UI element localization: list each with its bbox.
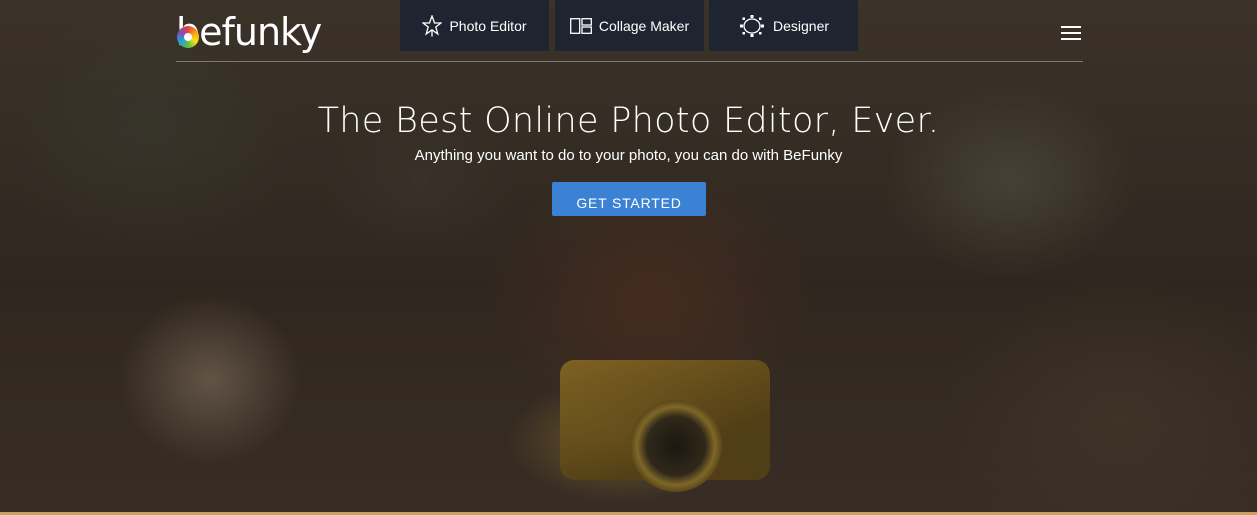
- tab-collage-maker-label: Collage Maker: [598, 17, 690, 34]
- tab-designer[interactable]: Designer: [709, 0, 858, 51]
- hamburger-menu-icon[interactable]: [1060, 24, 1084, 42]
- befunky-logo[interactable]: befunky: [176, 12, 322, 52]
- top-navigation: befunky Photo Editor Collage Maker Desig…: [0, 0, 1257, 62]
- star-icon: [422, 14, 443, 37]
- tab-collage-maker[interactable]: Collage Maker: [555, 0, 704, 51]
- tab-photo-editor[interactable]: Photo Editor: [400, 0, 549, 51]
- tab-designer-label: Designer: [772, 17, 830, 34]
- get-started-button[interactable]: GET STARTED: [552, 182, 706, 216]
- collage-grid-icon: [569, 17, 592, 34]
- designer-icon: [738, 14, 766, 38]
- hero-title: The Best Online Photo Editor, Ever.: [317, 101, 940, 141]
- nav-divider: [176, 61, 1083, 62]
- hero-overlay: [0, 0, 1257, 515]
- color-wheel-icon: [177, 26, 199, 48]
- hero-subtitle: Anything you want to do to your photo, y…: [414, 147, 843, 164]
- tab-photo-editor-label: Photo Editor: [449, 17, 527, 34]
